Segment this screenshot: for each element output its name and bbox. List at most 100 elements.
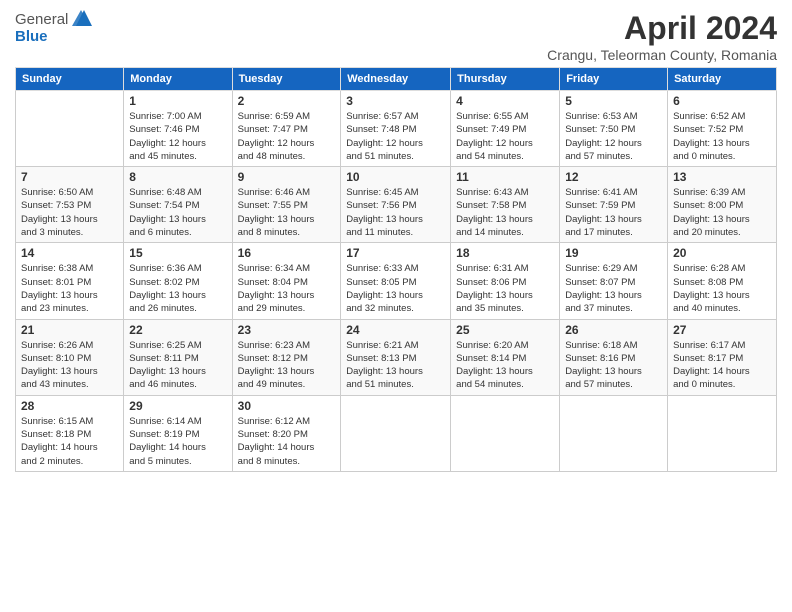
day-info: Sunrise: 6:26 AM Sunset: 8:10 PM Dayligh… xyxy=(21,339,118,392)
calendar-cell: 16Sunrise: 6:34 AM Sunset: 8:04 PM Dayli… xyxy=(232,243,341,319)
calendar-cell: 29 Sunrise: 6:14 AM Sunset: 8:19 PM Dayli… xyxy=(124,395,232,471)
day-info: Sunrise: 6:59 AM Sunset: 7:47 PM Dayligh… xyxy=(238,110,336,163)
day-number: 7 xyxy=(21,170,118,184)
calendar-cell: 19 Sunrise: 6:29 AM Sunset: 8:07 PM Dayli… xyxy=(560,243,668,319)
calendar-cell: 5 Sunrise: 6:53 AM Sunset: 7:50 PM Daylig… xyxy=(560,91,668,167)
day-info: Sunrise: 6:38 AM Sunset: 8:01 PM Dayligh… xyxy=(21,262,118,315)
calendar-cell: 15 Sunrise: 6:36 AM Sunset: 8:02 PM Dayli… xyxy=(124,243,232,319)
calendar-cell: 27Sunrise: 6:17 AM Sunset: 8:17 PM Dayli… xyxy=(668,319,777,395)
calendar-week-row: 1 Sunrise: 7:00 AM Sunset: 7:46 PM Daylig… xyxy=(16,91,777,167)
calendar-cell: 23 Sunrise: 6:23 AM Sunset: 8:12 PM Dayli… xyxy=(232,319,341,395)
day-info: Sunrise: 6:23 AM Sunset: 8:12 PM Dayligh… xyxy=(238,339,336,392)
calendar-cell: 20Sunrise: 6:28 AM Sunset: 8:08 PM Dayli… xyxy=(668,243,777,319)
day-number: 18 xyxy=(456,246,554,260)
day-info: Sunrise: 6:31 AM Sunset: 8:06 PM Dayligh… xyxy=(456,262,554,315)
weekday-header-cell: Wednesday xyxy=(341,68,451,91)
calendar-cell: 7 Sunrise: 6:50 AM Sunset: 7:53 PM Daylig… xyxy=(16,167,124,243)
day-number: 19 xyxy=(565,246,662,260)
day-info: Sunrise: 6:36 AM Sunset: 8:02 PM Dayligh… xyxy=(129,262,226,315)
weekday-header-cell: Thursday xyxy=(451,68,560,91)
day-number: 29 xyxy=(129,399,226,413)
day-number: 30 xyxy=(238,399,336,413)
logo-icon xyxy=(70,8,92,28)
day-info: Sunrise: 6:15 AM Sunset: 8:18 PM Dayligh… xyxy=(21,415,118,468)
weekday-header-cell: Tuesday xyxy=(232,68,341,91)
calendar-cell: 21 Sunrise: 6:26 AM Sunset: 8:10 PM Dayli… xyxy=(16,319,124,395)
day-info: Sunrise: 6:43 AM Sunset: 7:58 PM Dayligh… xyxy=(456,186,554,239)
calendar-cell: 24 Sunrise: 6:21 AM Sunset: 8:13 PM Dayli… xyxy=(341,319,451,395)
day-number: 11 xyxy=(456,170,554,184)
day-info: Sunrise: 7:00 AM Sunset: 7:46 PM Dayligh… xyxy=(129,110,226,163)
day-number: 25 xyxy=(456,323,554,337)
day-number: 8 xyxy=(129,170,226,184)
day-info: Sunrise: 6:50 AM Sunset: 7:53 PM Dayligh… xyxy=(21,186,118,239)
day-info: Sunrise: 6:14 AM Sunset: 8:19 PM Dayligh… xyxy=(129,415,226,468)
weekday-header-cell: Sunday xyxy=(16,68,124,91)
calendar-cell xyxy=(451,395,560,471)
day-number: 23 xyxy=(238,323,336,337)
day-info: Sunrise: 6:20 AM Sunset: 8:14 PM Dayligh… xyxy=(456,339,554,392)
calendar-table: SundayMondayTuesdayWednesdayThursdayFrid… xyxy=(15,67,777,472)
calendar-cell: 30 Sunrise: 6:12 AM Sunset: 8:20 PM Dayli… xyxy=(232,395,341,471)
calendar-week-row: 14 Sunrise: 6:38 AM Sunset: 8:01 PM Dayli… xyxy=(16,243,777,319)
calendar-cell: 6 Sunrise: 6:52 AM Sunset: 7:52 PM Daylig… xyxy=(668,91,777,167)
day-info: Sunrise: 6:41 AM Sunset: 7:59 PM Dayligh… xyxy=(565,186,662,239)
day-info: Sunrise: 6:53 AM Sunset: 7:50 PM Dayligh… xyxy=(565,110,662,163)
day-number: 24 xyxy=(346,323,445,337)
day-number: 6 xyxy=(673,94,771,108)
day-info: Sunrise: 6:48 AM Sunset: 7:54 PM Dayligh… xyxy=(129,186,226,239)
day-number: 21 xyxy=(21,323,118,337)
weekday-header: SundayMondayTuesdayWednesdayThursdayFrid… xyxy=(16,68,777,91)
calendar-cell: 1 Sunrise: 7:00 AM Sunset: 7:46 PM Daylig… xyxy=(124,91,232,167)
day-info: Sunrise: 6:17 AM Sunset: 8:17 PM Dayligh… xyxy=(673,339,771,392)
calendar-cell: 13 Sunrise: 6:39 AM Sunset: 8:00 PM Dayli… xyxy=(668,167,777,243)
calendar-cell: 22Sunrise: 6:25 AM Sunset: 8:11 PM Dayli… xyxy=(124,319,232,395)
day-number: 4 xyxy=(456,94,554,108)
day-info: Sunrise: 6:29 AM Sunset: 8:07 PM Dayligh… xyxy=(565,262,662,315)
day-info: Sunrise: 6:39 AM Sunset: 8:00 PM Dayligh… xyxy=(673,186,771,239)
day-number: 14 xyxy=(21,246,118,260)
calendar-cell: 12 Sunrise: 6:41 AM Sunset: 7:59 PM Dayli… xyxy=(560,167,668,243)
calendar-cell xyxy=(560,395,668,471)
calendar-body: 1 Sunrise: 7:00 AM Sunset: 7:46 PM Daylig… xyxy=(16,91,777,472)
calendar-cell: 8 Sunrise: 6:48 AM Sunset: 7:54 PM Daylig… xyxy=(124,167,232,243)
page-container: General Blue April 2024 Crangu, Teleorma… xyxy=(0,0,792,482)
day-number: 10 xyxy=(346,170,445,184)
title-block: April 2024 Crangu, Teleorman County, Rom… xyxy=(547,10,777,63)
logo-general: General xyxy=(15,11,68,28)
calendar-cell xyxy=(341,395,451,471)
day-number: 26 xyxy=(565,323,662,337)
day-number: 5 xyxy=(565,94,662,108)
calendar-cell: 14 Sunrise: 6:38 AM Sunset: 8:01 PM Dayli… xyxy=(16,243,124,319)
day-number: 13 xyxy=(673,170,771,184)
day-number: 28 xyxy=(21,399,118,413)
location-title: Crangu, Teleorman County, Romania xyxy=(547,47,777,63)
calendar-cell xyxy=(16,91,124,167)
day-info: Sunrise: 6:55 AM Sunset: 7:49 PM Dayligh… xyxy=(456,110,554,163)
calendar-cell: 25 Sunrise: 6:20 AM Sunset: 8:14 PM Dayli… xyxy=(451,319,560,395)
calendar-week-row: 21 Sunrise: 6:26 AM Sunset: 8:10 PM Dayli… xyxy=(16,319,777,395)
calendar-cell: 10Sunrise: 6:45 AM Sunset: 7:56 PM Dayli… xyxy=(341,167,451,243)
day-info: Sunrise: 6:28 AM Sunset: 8:08 PM Dayligh… xyxy=(673,262,771,315)
day-info: Sunrise: 6:21 AM Sunset: 8:13 PM Dayligh… xyxy=(346,339,445,392)
calendar-cell xyxy=(668,395,777,471)
day-info: Sunrise: 6:52 AM Sunset: 7:52 PM Dayligh… xyxy=(673,110,771,163)
day-number: 12 xyxy=(565,170,662,184)
day-info: Sunrise: 6:12 AM Sunset: 8:20 PM Dayligh… xyxy=(238,415,336,468)
day-number: 9 xyxy=(238,170,336,184)
logo-blue: Blue xyxy=(15,28,48,45)
day-info: Sunrise: 6:34 AM Sunset: 8:04 PM Dayligh… xyxy=(238,262,336,315)
calendar-cell: 18 Sunrise: 6:31 AM Sunset: 8:06 PM Dayli… xyxy=(451,243,560,319)
calendar-cell: 4 Sunrise: 6:55 AM Sunset: 7:49 PM Daylig… xyxy=(451,91,560,167)
calendar-cell: 3Sunrise: 6:57 AM Sunset: 7:48 PM Daylig… xyxy=(341,91,451,167)
calendar-week-row: 28 Sunrise: 6:15 AM Sunset: 8:18 PM Dayli… xyxy=(16,395,777,471)
day-info: Sunrise: 6:46 AM Sunset: 7:55 PM Dayligh… xyxy=(238,186,336,239)
day-number: 15 xyxy=(129,246,226,260)
calendar-cell: 26Sunrise: 6:18 AM Sunset: 8:16 PM Dayli… xyxy=(560,319,668,395)
weekday-header-cell: Monday xyxy=(124,68,232,91)
calendar-cell: 2Sunrise: 6:59 AM Sunset: 7:47 PM Daylig… xyxy=(232,91,341,167)
day-number: 1 xyxy=(129,94,226,108)
calendar-cell: 17Sunrise: 6:33 AM Sunset: 8:05 PM Dayli… xyxy=(341,243,451,319)
day-info: Sunrise: 6:57 AM Sunset: 7:48 PM Dayligh… xyxy=(346,110,445,163)
weekday-header-cell: Friday xyxy=(560,68,668,91)
